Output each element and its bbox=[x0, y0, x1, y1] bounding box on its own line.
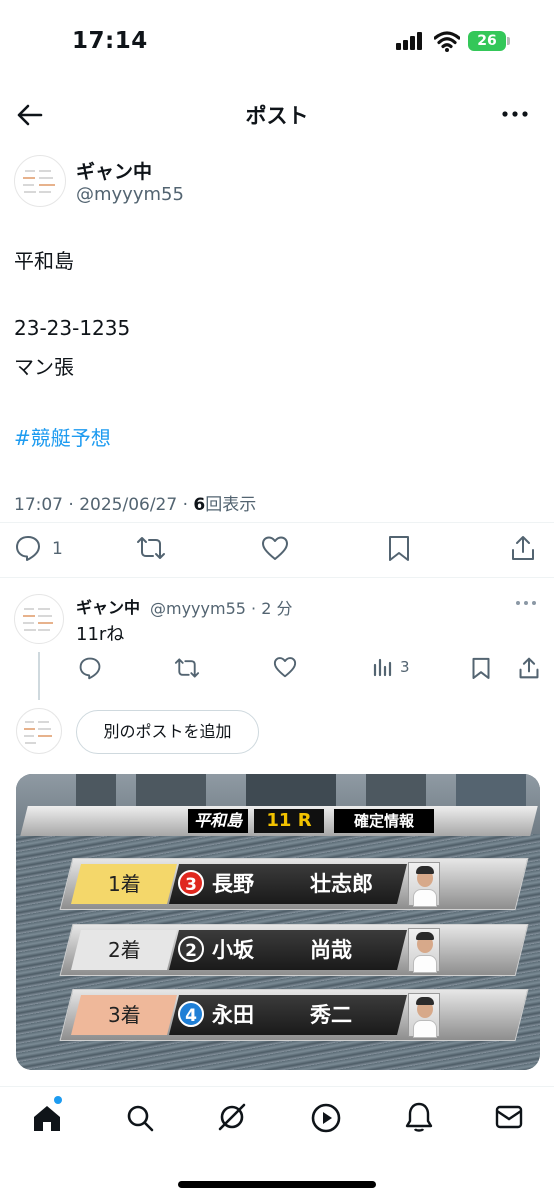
home-notification-dot bbox=[54, 1096, 62, 1104]
more-options-icon[interactable] bbox=[514, 596, 538, 610]
divider bbox=[0, 577, 554, 578]
page-title: ポスト bbox=[245, 104, 309, 128]
position-cell: 2着 bbox=[71, 930, 177, 970]
view-label: 回表示 bbox=[205, 495, 257, 515]
reply-view-count: 3 bbox=[400, 658, 410, 676]
post-text-line-1: 平和島 bbox=[14, 249, 74, 273]
wifi-icon bbox=[434, 31, 460, 52]
venue-label: 平和島 bbox=[188, 809, 248, 833]
avatar bbox=[16, 708, 62, 754]
post-timestamp: 17:07 · 2025/06/27 · bbox=[14, 495, 194, 515]
divider bbox=[0, 522, 554, 523]
notifications-icon[interactable] bbox=[404, 1101, 434, 1133]
racer-photo bbox=[408, 862, 440, 907]
boat-number-badge: 4 bbox=[178, 1001, 204, 1027]
cellular-signal-icon bbox=[396, 32, 426, 50]
analytics-icon[interactable] bbox=[372, 657, 394, 677]
position-label: 1着 bbox=[107, 872, 141, 896]
like-icon[interactable] bbox=[273, 656, 297, 678]
avatar[interactable] bbox=[14, 155, 66, 207]
battery-tip bbox=[507, 37, 510, 45]
grok-icon[interactable] bbox=[216, 1101, 248, 1133]
status-bar: 17:14 26 bbox=[0, 0, 554, 80]
hashtag-link[interactable]: #競艇予想 bbox=[14, 422, 111, 451]
racer-photo bbox=[408, 993, 440, 1038]
repost-icon[interactable] bbox=[136, 534, 166, 562]
more-options-icon[interactable] bbox=[500, 102, 530, 126]
position-cell: 3着 bbox=[71, 995, 177, 1035]
boat-number-badge: 2 bbox=[178, 936, 204, 962]
home-indicator bbox=[178, 1181, 376, 1188]
reply-actions: 3 bbox=[0, 654, 554, 684]
post-text-line-3: マン張 bbox=[14, 355, 74, 379]
avatar[interactable] bbox=[14, 594, 64, 644]
racer-given-name: 秀二 bbox=[310, 1003, 352, 1027]
reply-count: 1 bbox=[52, 539, 63, 559]
reply-icon[interactable] bbox=[14, 534, 42, 562]
bottom-navigation bbox=[0, 1086, 554, 1152]
share-icon[interactable] bbox=[518, 656, 540, 680]
position-label: 3着 bbox=[107, 1003, 141, 1027]
confirmed-info-label: 確定情報 bbox=[334, 809, 434, 833]
post-text-line-2: 23-23-1235 bbox=[14, 316, 131, 340]
building bbox=[456, 774, 526, 809]
status-time: 17:14 bbox=[72, 28, 148, 54]
result-row: 2着 2 小坂 尚哉 bbox=[59, 924, 536, 976]
bookmark-icon[interactable] bbox=[387, 534, 411, 562]
messages-icon[interactable] bbox=[494, 1103, 524, 1131]
position-cell: 1着 bbox=[71, 864, 177, 904]
boat-number-badge: 3 bbox=[178, 870, 204, 896]
reply-author-name[interactable]: ギャン中 bbox=[76, 594, 140, 618]
like-icon[interactable] bbox=[261, 535, 289, 561]
reply-handle-time[interactable]: @myyym55 · 2 分 bbox=[150, 595, 292, 619]
result-row: 3着 4 永田 秀二 bbox=[59, 989, 536, 1041]
home-icon[interactable] bbox=[32, 1103, 62, 1133]
top-bar: ポスト bbox=[0, 90, 554, 140]
author-name[interactable]: ギャン中 bbox=[76, 157, 152, 184]
racer-photo bbox=[408, 928, 440, 973]
share-icon[interactable] bbox=[510, 534, 536, 562]
racer-name-cell bbox=[169, 995, 407, 1035]
post-meta: 17:07 · 2025/06/27 · 6回表示 bbox=[14, 490, 256, 515]
reply-text: 11rね bbox=[76, 624, 125, 645]
battery-icon: 26 bbox=[468, 31, 506, 51]
racer-surname: 永田 bbox=[212, 1003, 254, 1027]
racer-surname: 小坂 bbox=[212, 938, 254, 962]
bookmark-icon[interactable] bbox=[471, 656, 491, 680]
add-post-button[interactable]: 別のポストを追加 bbox=[76, 710, 259, 754]
reply-icon[interactable] bbox=[78, 656, 102, 680]
video-icon[interactable] bbox=[310, 1102, 342, 1134]
racer-given-name: 尚哉 bbox=[310, 938, 352, 962]
race-number: 11 R bbox=[254, 809, 324, 833]
racer-surname: 長野 bbox=[212, 872, 254, 896]
repost-icon[interactable] bbox=[174, 656, 200, 680]
post-actions: 1 bbox=[0, 532, 554, 566]
search-icon[interactable] bbox=[125, 1103, 155, 1133]
result-row: 1着 3 長野 壮志郎 bbox=[59, 858, 536, 910]
racer-given-name: 壮志郎 bbox=[310, 872, 373, 896]
author-handle[interactable]: @myyym55 bbox=[76, 184, 184, 205]
position-label: 2着 bbox=[107, 938, 141, 962]
racer-name-cell bbox=[169, 930, 407, 970]
video-card[interactable]: 平和島 11 R 確定情報 1着 3 長野 壮志郎 2着 2 小坂 尚哉 3着 … bbox=[16, 774, 540, 1070]
view-count: 6 bbox=[193, 495, 206, 515]
